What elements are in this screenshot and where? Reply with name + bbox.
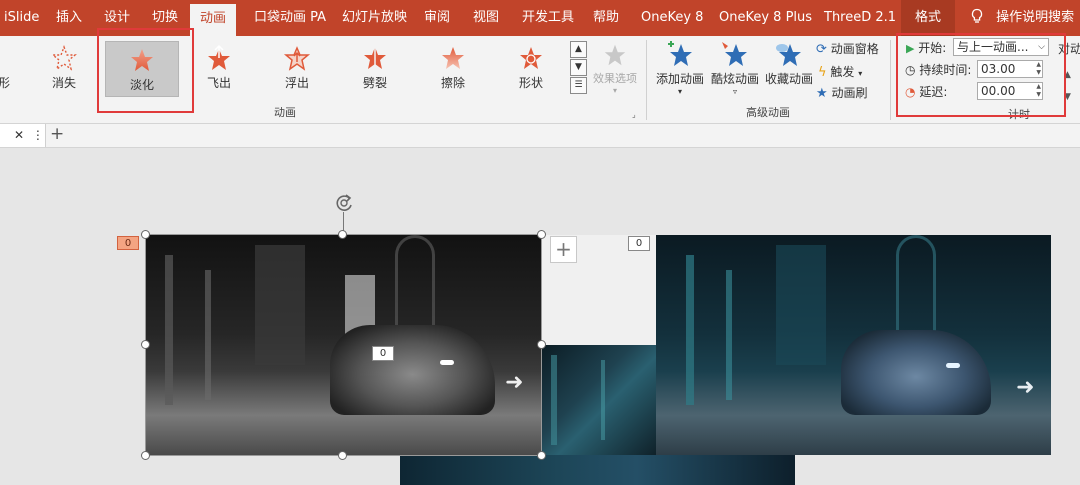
gallery-item-label: 形状 <box>518 76 543 90</box>
disappear-star-icon <box>51 45 77 71</box>
animation-group-label: 动画 <box>274 106 296 119</box>
resize-handle-left[interactable] <box>141 340 150 349</box>
ribbon-body: 形 消失 淡化 飞出 浮出 劈裂 擦除 形状 ▲ ▼ ☰ 效果选项 ▾ 动画 ⌟… <box>0 28 1080 124</box>
car-photo-bottom[interactable] <box>400 455 795 485</box>
gallery-scroll-down-button[interactable]: ▼ <box>570 59 587 76</box>
fly-out-star-icon <box>208 44 230 70</box>
add-animation-star-icon <box>668 41 692 66</box>
tab-islide[interactable]: iSlide <box>4 0 39 36</box>
cool-animation-button[interactable]: 酷炫动画 ▿ <box>708 40 762 96</box>
gallery-item-label: 劈裂 <box>362 76 387 90</box>
effect-options-button[interactable]: 效果选项 ▾ <box>592 40 638 95</box>
resize-handle-right[interactable] <box>537 340 546 349</box>
gallery-item-wipe[interactable]: 擦除 <box>416 40 490 98</box>
animation-painter-label: 动画刷 <box>831 86 868 100</box>
tab-onekey8-plus[interactable]: OneKey 8 Plus <box>719 0 812 36</box>
tab-animations[interactable]: 动画 <box>190 4 237 36</box>
resize-handle-bottom-left[interactable] <box>141 451 150 460</box>
rotate-handle[interactable] <box>333 192 355 214</box>
resize-handle-top-right[interactable] <box>537 230 546 239</box>
resize-handle-top-left[interactable] <box>141 230 150 239</box>
advanced-animation-group-label: 高级动画 <box>746 106 790 119</box>
gallery-item-partial[interactable]: 形 <box>0 40 14 98</box>
separator <box>646 40 647 120</box>
animation-pane-button[interactable]: ⟳ 动画窗格 <box>816 40 879 57</box>
tab-view[interactable]: 视图 <box>473 0 499 36</box>
more-icon[interactable]: ⋮ <box>32 128 44 142</box>
gallery-item-label: 擦除 <box>440 76 465 90</box>
gallery-item-label: 消失 <box>51 76 76 90</box>
car-photo-middle[interactable] <box>541 345 661 455</box>
tab-developer[interactable]: 开发工具 <box>522 0 574 36</box>
animation-badge-selected[interactable]: 0 <box>117 236 139 250</box>
gallery-item-label: 浮出 <box>284 76 309 90</box>
favorite-animation-label: 收藏动画 <box>764 72 813 86</box>
animation-badge-center[interactable]: 0 <box>372 346 394 361</box>
document-tab[interactable]: ✕ ⋮ <box>0 124 46 147</box>
painter-star-icon: ★ <box>816 86 828 101</box>
lightbulb-icon <box>971 8 983 23</box>
tab-help[interactable]: 帮助 <box>593 0 619 36</box>
gallery-item-partial-label: 形 <box>0 76 10 90</box>
resize-handle-bottom[interactable] <box>338 451 347 460</box>
effect-options-label: 效果选项 <box>593 72 637 85</box>
highlight-timing-box <box>896 33 1066 117</box>
gallery-item-disappear[interactable]: 消失 <box>27 40 101 98</box>
document-tab-row: ✕ ⋮ + <box>0 124 1080 148</box>
dialog-launcher-icon[interactable]: ⌟ <box>632 110 636 119</box>
gallery-item-float-out[interactable]: 浮出 <box>260 40 334 98</box>
gallery-item-shape[interactable]: 形状 <box>494 40 568 98</box>
separator <box>890 40 891 120</box>
animation-pane-label: 动画窗格 <box>830 42 879 56</box>
selection-frame <box>145 234 542 456</box>
favorite-animation-star-icon <box>776 44 801 66</box>
cool-animation-label: 酷炫动画 <box>710 72 759 86</box>
tab-insert[interactable]: 插入 <box>56 0 82 36</box>
trigger-label: 触发 <box>830 65 855 79</box>
tab-pocket-animation[interactable]: 口袋动画 PA <box>254 0 326 36</box>
tab-slideshow[interactable]: 幻灯片放映 <box>342 0 407 36</box>
effect-options-star-icon <box>604 44 626 66</box>
animation-badge-right[interactable]: 0 <box>628 236 650 251</box>
wipe-star-icon <box>442 47 464 69</box>
float-out-star-icon <box>283 46 311 71</box>
resize-handle-top[interactable] <box>338 230 347 239</box>
tab-review[interactable]: 审阅 <box>424 0 450 36</box>
tab-threed[interactable]: ThreeD 2.1 <box>824 0 896 36</box>
car-photo-color[interactable]: ➜ <box>656 235 1051 455</box>
resize-handle-bottom-right[interactable] <box>537 451 546 460</box>
gallery-expand-button[interactable]: ☰ <box>570 77 587 94</box>
add-tab-button[interactable]: + <box>50 124 64 145</box>
shape-star-icon <box>520 47 542 69</box>
quick-add-button[interactable]: + <box>550 236 577 263</box>
search-box[interactable]: 操作说明搜索 <box>970 0 1074 36</box>
trigger-button[interactable]: ϟ 触发 ▾ <box>818 63 862 80</box>
favorite-animation-button[interactable]: 收藏动画 <box>762 40 816 87</box>
highlight-fade-box <box>97 28 194 113</box>
tab-format[interactable]: 格式 <box>901 0 956 36</box>
add-animation-button[interactable]: 添加动画 ▾ <box>652 40 708 96</box>
animation-pane-icon: ⟳ <box>816 42 827 57</box>
close-icon[interactable]: ✕ <box>14 128 24 142</box>
search-label: 操作说明搜索 <box>996 10 1075 25</box>
gallery-scroll-up-button[interactable]: ▲ <box>570 41 587 58</box>
rotate-icon <box>336 194 352 211</box>
split-star-icon <box>364 46 386 70</box>
gallery-item-split[interactable]: 劈裂 <box>338 40 412 98</box>
lightning-icon: ϟ <box>818 65 827 80</box>
animation-painter-button[interactable]: ★ 动画刷 <box>816 84 868 101</box>
tab-onekey8[interactable]: OneKey 8 <box>641 0 703 36</box>
cool-animation-star-icon <box>722 42 747 66</box>
add-animation-label: 添加动画 <box>655 72 704 86</box>
